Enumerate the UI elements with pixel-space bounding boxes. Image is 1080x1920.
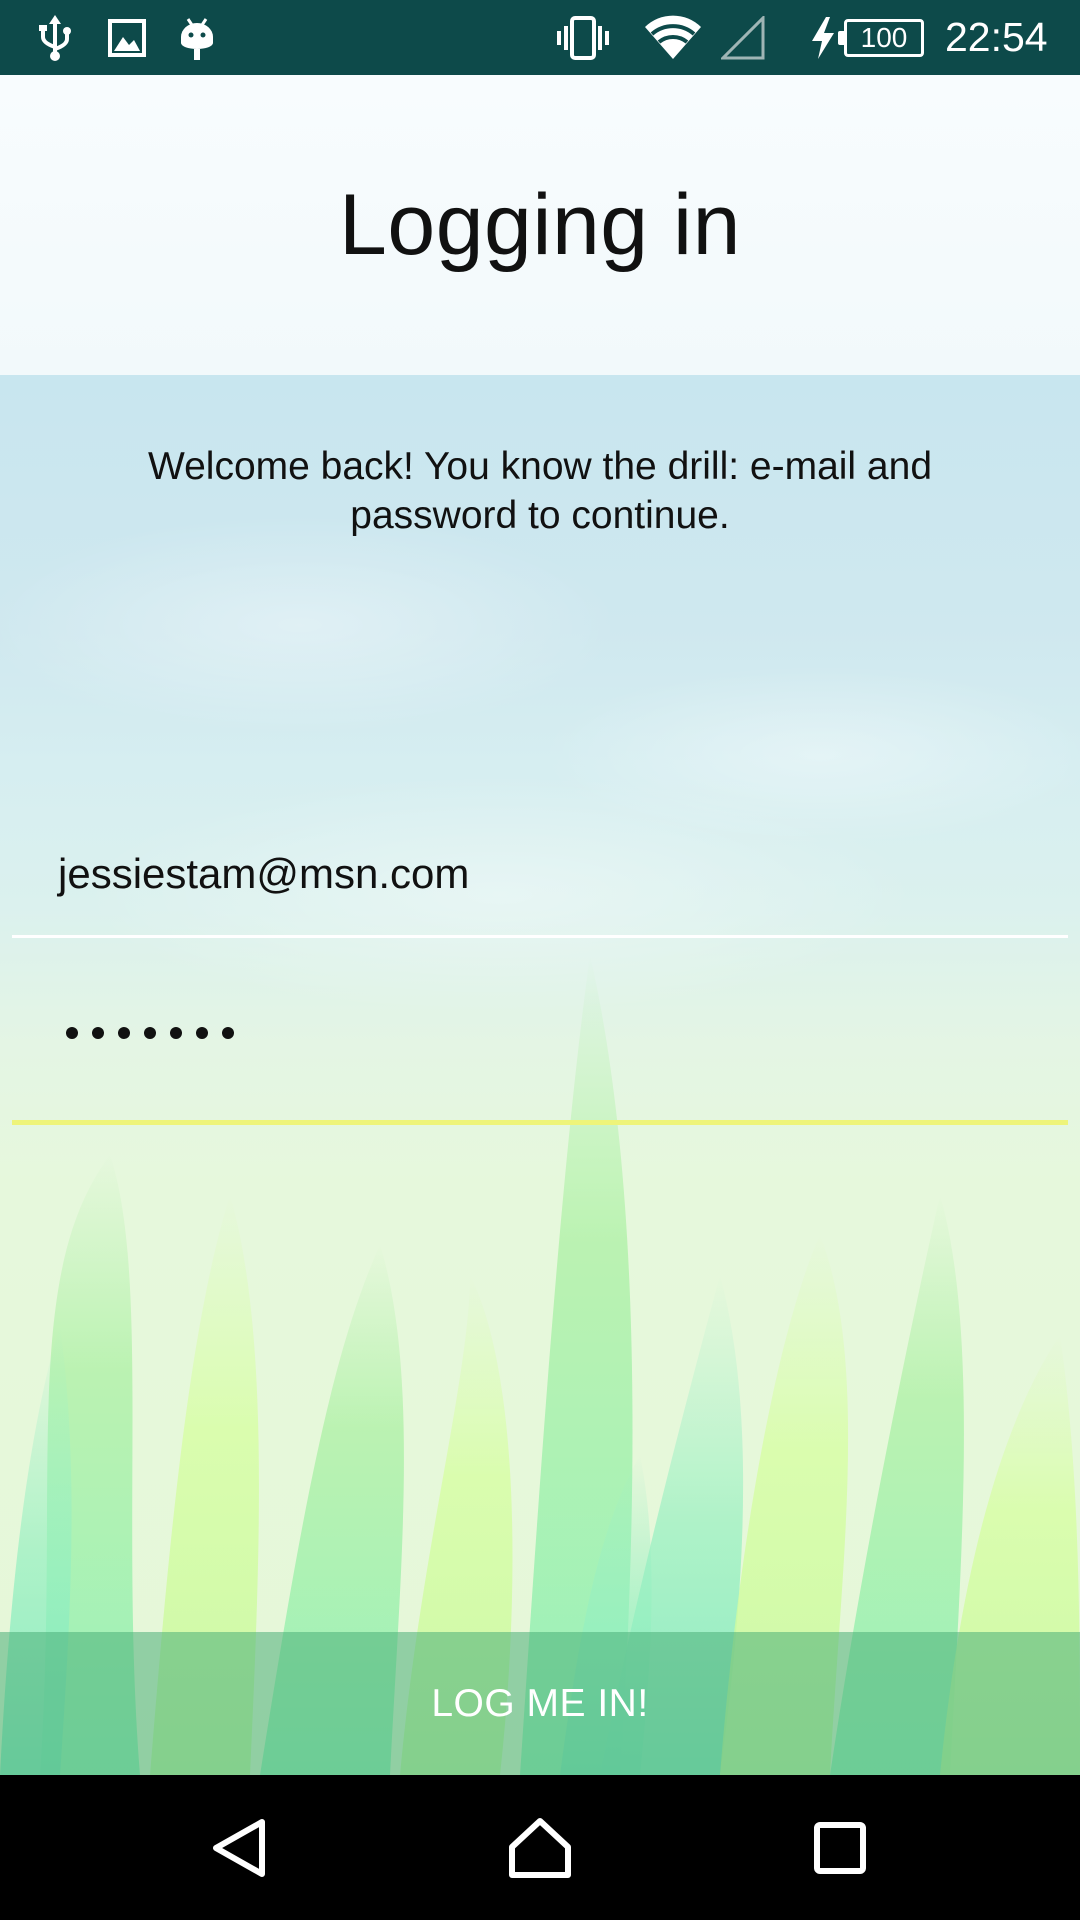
home-icon — [509, 1817, 571, 1878]
android-debug-icon — [174, 0, 220, 75]
home-button[interactable] — [460, 1775, 620, 1920]
login-button[interactable]: LOG ME IN! — [0, 1632, 1080, 1775]
password-mask[interactable] — [66, 1027, 234, 1039]
email-value[interactable]: jessiestam@msn.com — [58, 850, 469, 898]
recents-button[interactable] — [760, 1775, 920, 1920]
password-dot — [222, 1027, 234, 1039]
email-field[interactable]: jessiestam@msn.com — [12, 820, 1068, 938]
wifi-icon — [643, 0, 703, 75]
login-button-label: LOG ME IN! — [431, 1681, 649, 1725]
image-icon — [104, 0, 150, 75]
password-dot — [92, 1027, 104, 1039]
password-field[interactable] — [12, 985, 1068, 1125]
cellular-signal-icon — [720, 0, 766, 75]
status-bar: 100 22:54 — [0, 0, 1080, 75]
password-dot — [66, 1027, 78, 1039]
password-dot — [196, 1027, 208, 1039]
back-icon — [213, 1818, 265, 1877]
welcome-message: Welcome back! You know the drill: e-mail… — [147, 445, 933, 537]
usb-icon — [30, 0, 80, 75]
page-title: Logging in — [339, 176, 741, 273]
password-dot — [118, 1027, 130, 1039]
back-button[interactable] — [160, 1775, 320, 1920]
battery-icon: 100 — [838, 19, 924, 57]
vibrate-icon — [555, 0, 611, 75]
login-form-area: Welcome back! You know the drill: e-mail… — [0, 375, 1080, 1775]
charging-icon — [808, 0, 838, 75]
recents-icon — [814, 1821, 866, 1874]
navigation-bar — [0, 1775, 1080, 1920]
password-dot — [170, 1027, 182, 1039]
clock: 22:54 — [945, 14, 1048, 60]
password-dot — [144, 1027, 156, 1039]
battery-level: 100 — [860, 22, 908, 53]
header: Logging in — [0, 75, 1080, 375]
login-screen: 100 22:54 Logging in Welcome back! You k… — [0, 0, 1080, 1920]
